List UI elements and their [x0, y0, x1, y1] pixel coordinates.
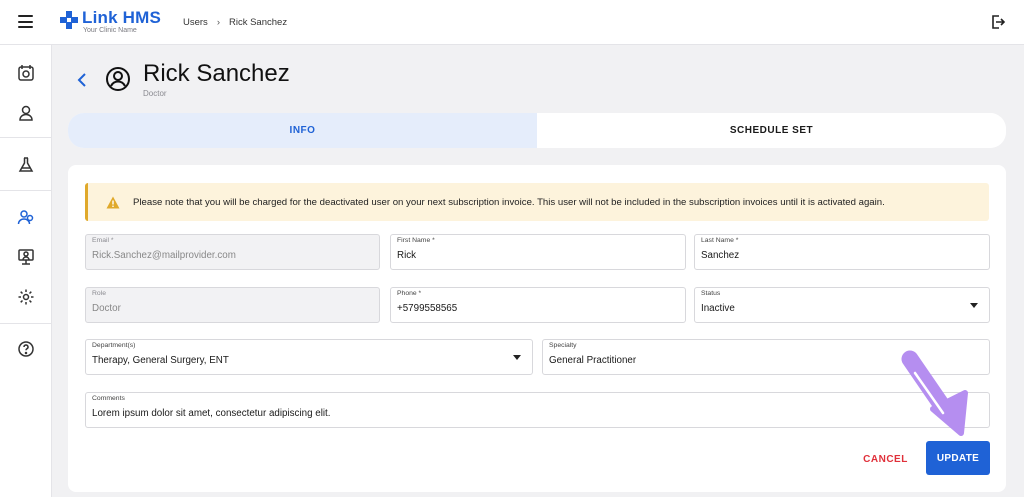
- logout-icon[interactable]: [990, 14, 1006, 30]
- cancel-button[interactable]: CANCEL: [853, 442, 918, 476]
- monitor-user-icon: [18, 249, 34, 265]
- comments-value: Lorem ipsum dolor sit amet, consectetur …: [92, 408, 331, 419]
- user-form-card: Please note that you will be charged for…: [68, 165, 1006, 492]
- sidebar-item-settings[interactable]: [0, 277, 52, 317]
- specialty-field[interactable]: Specialty General Practitioner: [542, 339, 990, 375]
- email-value: Rick.Sanchez@mailprovider.com: [92, 250, 236, 261]
- specialty-value: General Practitioner: [549, 355, 637, 366]
- departments-select[interactable]: Department(s) Therapy, General Surgery, …: [85, 339, 533, 375]
- breadcrumb-users[interactable]: Users: [183, 17, 208, 28]
- caret-down-icon: [513, 355, 521, 360]
- last-name-field[interactable]: Last Name * Sanchez: [694, 234, 990, 270]
- phone-field[interactable]: Phone * +5799558565: [390, 287, 686, 323]
- back-button[interactable]: [72, 68, 92, 92]
- sidebar-item-profile[interactable]: [0, 93, 52, 133]
- top-bar: Link HMS Your Clinic Name Users › Rick S…: [0, 0, 1024, 45]
- status-label: Status: [701, 290, 721, 297]
- update-button[interactable]: UPDATE: [926, 441, 990, 475]
- breadcrumb: Users › Rick Sanchez: [183, 17, 287, 28]
- sidebar-item-monitor[interactable]: [0, 237, 52, 277]
- sidebar-item-lab[interactable]: [0, 145, 52, 185]
- person-icon: [19, 105, 33, 121]
- tab-schedule-set[interactable]: SCHEDULE SET: [537, 113, 1006, 148]
- breadcrumb-separator: ›: [216, 17, 220, 28]
- users-icon: [17, 210, 34, 225]
- tab-info[interactable]: INFO: [68, 113, 537, 148]
- phone-value: +5799558565: [397, 303, 458, 314]
- sidebar: [0, 45, 52, 497]
- deactivation-alert: Please note that you will be charged for…: [85, 183, 989, 221]
- email-label: Email *: [92, 237, 114, 244]
- logo-cross-icon: [60, 11, 78, 29]
- chevron-left-icon: [77, 73, 86, 87]
- app-name: Link HMS: [82, 8, 162, 27]
- menu-icon[interactable]: [18, 15, 33, 28]
- comments-label: Comments: [92, 395, 125, 402]
- status-value: Inactive: [701, 303, 735, 314]
- breadcrumb-current: Rick Sanchez: [228, 17, 288, 28]
- email-field[interactable]: Email * Rick.Sanchez@mailprovider.com: [85, 234, 380, 270]
- first-name-value: Rick: [397, 250, 417, 261]
- caret-down-icon: [970, 303, 978, 308]
- departments-value: Therapy, General Surgery, ENT: [92, 355, 229, 366]
- comments-field[interactable]: Comments Lorem ipsum dolor sit amet, con…: [85, 392, 990, 428]
- last-name-value: Sanchez: [701, 250, 740, 261]
- departments-label: Department(s): [92, 342, 136, 349]
- role-label: Role: [92, 290, 106, 297]
- flask-icon: [18, 157, 34, 172]
- page-subtitle: Doctor: [143, 89, 167, 98]
- specialty-label: Specialty: [549, 342, 577, 349]
- status-select[interactable]: Status Inactive: [694, 287, 990, 323]
- sidebar-item-calendar[interactable]: [0, 53, 52, 93]
- first-name-field[interactable]: First Name * Rick: [390, 234, 686, 270]
- alert-text: Please note that you will be charged for…: [133, 196, 885, 208]
- user-circle-icon: [106, 67, 130, 91]
- warning-icon: [106, 196, 120, 208]
- role-field[interactable]: Role Doctor: [85, 287, 380, 323]
- sidebar-item-users[interactable]: [0, 197, 52, 237]
- tab-bar: INFO SCHEDULE SET: [68, 113, 1006, 148]
- calendar-icon: [18, 65, 34, 81]
- phone-label: Phone *: [397, 290, 422, 297]
- help-icon: [18, 341, 34, 357]
- last-name-label: Last Name *: [701, 237, 739, 244]
- role-value: Doctor: [92, 303, 121, 314]
- first-name-label: First Name *: [397, 237, 435, 244]
- app-tagline: Your Clinic Name: [83, 27, 137, 34]
- gear-icon: [18, 289, 34, 305]
- sidebar-item-help[interactable]: [0, 329, 52, 369]
- page-title: Rick Sanchez: [143, 60, 290, 87]
- app-logo[interactable]: Link HMS Your Clinic Name: [60, 9, 161, 34]
